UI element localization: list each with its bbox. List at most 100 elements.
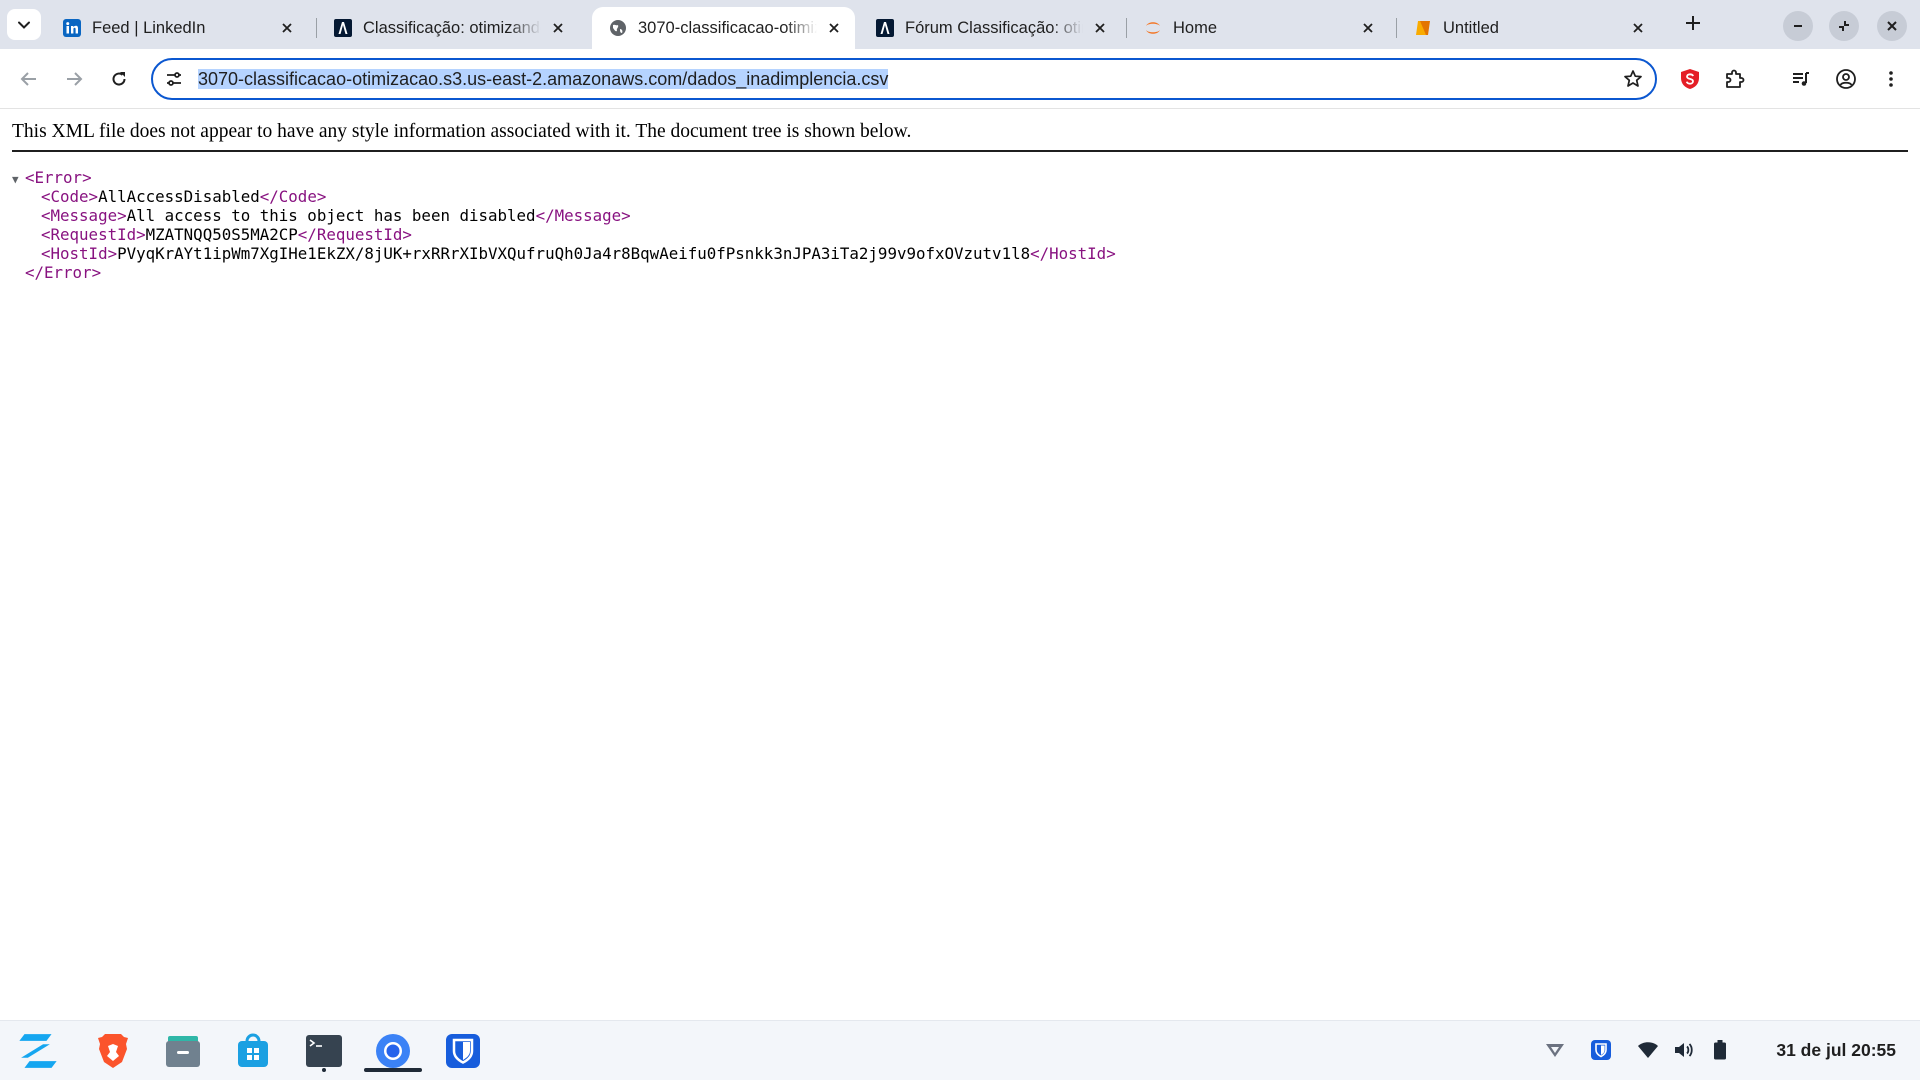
url-selection: 3070-classificacao-otimizacao.s3.us-east…: [198, 69, 889, 89]
menu-button[interactable]: [1877, 65, 1905, 93]
tab-jupyter-home[interactable]: Home: [1127, 7, 1389, 49]
forward-button[interactable]: [60, 65, 88, 93]
xml-tag: <RequestId>: [41, 225, 146, 244]
software-store-button[interactable]: [231, 1029, 275, 1073]
tab-title: Untitled: [1443, 18, 1499, 37]
xml-value: MZATNQQ50S5MA2CP: [145, 225, 298, 244]
tab-search-button[interactable]: [7, 9, 41, 40]
xml-tag: <Message>: [41, 206, 127, 225]
clock[interactable]: 31 de jul 20:55: [1776, 1040, 1896, 1061]
active-window-indicator: [364, 1068, 422, 1072]
tab-title: Classificação: otimizando: [363, 18, 541, 37]
xml-root-close: </Error>: [12, 263, 1116, 282]
close-tab-icon[interactable]: [547, 17, 569, 39]
close-window-button[interactable]: [1877, 11, 1907, 41]
globe-icon: [608, 18, 628, 38]
tab-forum[interactable]: Fórum Classificação: otimizando: [859, 7, 1121, 49]
page-content: This XML file does not appear to have an…: [0, 109, 1920, 1020]
chevron-down-icon: [18, 21, 30, 29]
bitwarden-button[interactable]: [441, 1029, 485, 1073]
zorin-menu-icon: [19, 1034, 57, 1068]
close-tab-icon[interactable]: [823, 17, 845, 39]
close-tab-icon[interactable]: [276, 17, 298, 39]
brave-browser-icon: [98, 1034, 128, 1068]
xml-tree: ▼ <Error> <Code>AllAccessDisabled</Code> …: [12, 168, 1116, 282]
minimize-button[interactable]: [1783, 11, 1813, 41]
xml-tag: </HostId>: [1030, 244, 1116, 263]
taskbar: 31 de jul 20:55: [0, 1020, 1920, 1080]
files-button[interactable]: [161, 1029, 205, 1073]
site-info-icon[interactable]: [163, 68, 185, 90]
extension-shield-button[interactable]: [1676, 65, 1704, 93]
xml-element-code: <Code>AllAccessDisabled</Code>: [12, 187, 1116, 206]
url-text[interactable]: 3070-classificacao-otimizacao.s3.us-east…: [198, 68, 889, 90]
back-button[interactable]: [15, 65, 43, 93]
jupyter-icon: [1143, 18, 1163, 38]
close-icon: [1887, 21, 1897, 31]
chromium-icon: [376, 1034, 410, 1068]
xml-element-requestid: <RequestId>MZATNQQ50S5MA2CP</RequestId>: [12, 225, 1116, 244]
browser-toolbar: 3070-classificacao-otimizacao.s3.us-east…: [0, 49, 1920, 109]
collapse-triangle-icon[interactable]: ▼: [12, 170, 25, 189]
tab-strip: Feed | LinkedIn Classificação: otimizand…: [0, 0, 1920, 49]
volume-icon[interactable]: [1673, 1039, 1695, 1061]
close-tab-icon[interactable]: [1627, 17, 1649, 39]
xml-value: AllAccessDisabled: [98, 187, 260, 206]
more-vertical-icon: [1889, 71, 1893, 87]
xml-value: All access to this object has been disab…: [126, 206, 536, 225]
bookmark-star-icon[interactable]: [1621, 67, 1645, 91]
tab-linkedin[interactable]: Feed | LinkedIn: [46, 7, 308, 49]
bitwarden-tray-icon[interactable]: [1590, 1039, 1612, 1061]
arrow-left-icon: [20, 72, 36, 86]
tab-title: Fórum Classificação: otimizando: [905, 18, 1083, 37]
xml-root-open[interactable]: ▼ <Error>: [12, 168, 1116, 187]
minimize-icon: [1794, 25, 1802, 27]
xml-value: PVyqKrAYt1ipWm7XgIHe1EkZX/8jUK+rxRRrXIbV…: [117, 244, 1031, 263]
vpn-shield-icon[interactable]: [1544, 1039, 1566, 1061]
xml-tag: </Message>: [535, 206, 631, 225]
running-indicator: [322, 1068, 326, 1072]
files-icon: [166, 1036, 200, 1067]
account-circle-icon: [1836, 69, 1856, 89]
linkedin-icon: [62, 18, 82, 38]
new-tab-button[interactable]: [1681, 11, 1705, 35]
wifi-icon[interactable]: [1637, 1039, 1659, 1061]
notebook-icon: [1413, 18, 1433, 38]
close-tab-icon[interactable]: [1357, 17, 1379, 39]
shield-extension-icon: [1681, 69, 1699, 89]
zorin-menu-button[interactable]: [16, 1029, 60, 1073]
xml-info-banner: This XML file does not appear to have an…: [12, 121, 1908, 152]
battery-icon[interactable]: [1709, 1039, 1731, 1061]
tab-classificacao[interactable]: Classificação: otimizando: [317, 7, 579, 49]
xml-tag: </RequestId>: [297, 225, 412, 244]
xml-tag: <Error>: [25, 168, 92, 187]
tab-s3-object[interactable]: 3070-classificacao-otimizacao: [592, 7, 855, 49]
address-bar[interactable]: 3070-classificacao-otimizacao.s3.us-east…: [151, 58, 1657, 100]
arrow-right-icon: [67, 72, 83, 86]
puzzle-icon: [1726, 69, 1745, 88]
restore-button[interactable]: [1829, 11, 1859, 41]
tab-untitled[interactable]: Untitled: [1397, 7, 1659, 49]
queue-music-icon: [1793, 72, 1809, 86]
xml-element-message: <Message>All access to this object has b…: [12, 206, 1116, 225]
tab-title: 3070-classificacao-otimizacao: [638, 18, 817, 37]
terminal-icon: [306, 1035, 342, 1067]
restore-icon: [1839, 21, 1849, 31]
chromium-button[interactable]: [364, 1029, 422, 1073]
profile-button[interactable]: [1832, 65, 1860, 93]
tab-title: Home: [1173, 18, 1218, 37]
xml-tag: <HostId>: [41, 244, 118, 263]
reload-button[interactable]: [105, 65, 133, 93]
alura-icon: [333, 18, 353, 38]
xml-tag: <Code>: [41, 187, 99, 206]
extensions-button[interactable]: [1721, 65, 1749, 93]
media-controls-button[interactable]: [1787, 65, 1815, 93]
brave-browser-button[interactable]: [91, 1029, 135, 1073]
close-tab-icon[interactable]: [1089, 17, 1111, 39]
xml-element-hostid: <HostId>PVyqKrAYt1ipWm7XgIHe1EkZX/8jUK+r…: [12, 244, 1116, 263]
xml-tag: </Error>: [25, 263, 102, 282]
reload-icon: [112, 72, 126, 86]
terminal-button[interactable]: [302, 1029, 346, 1073]
bitwarden-icon: [446, 1034, 480, 1068]
plus-icon: [1686, 16, 1700, 30]
